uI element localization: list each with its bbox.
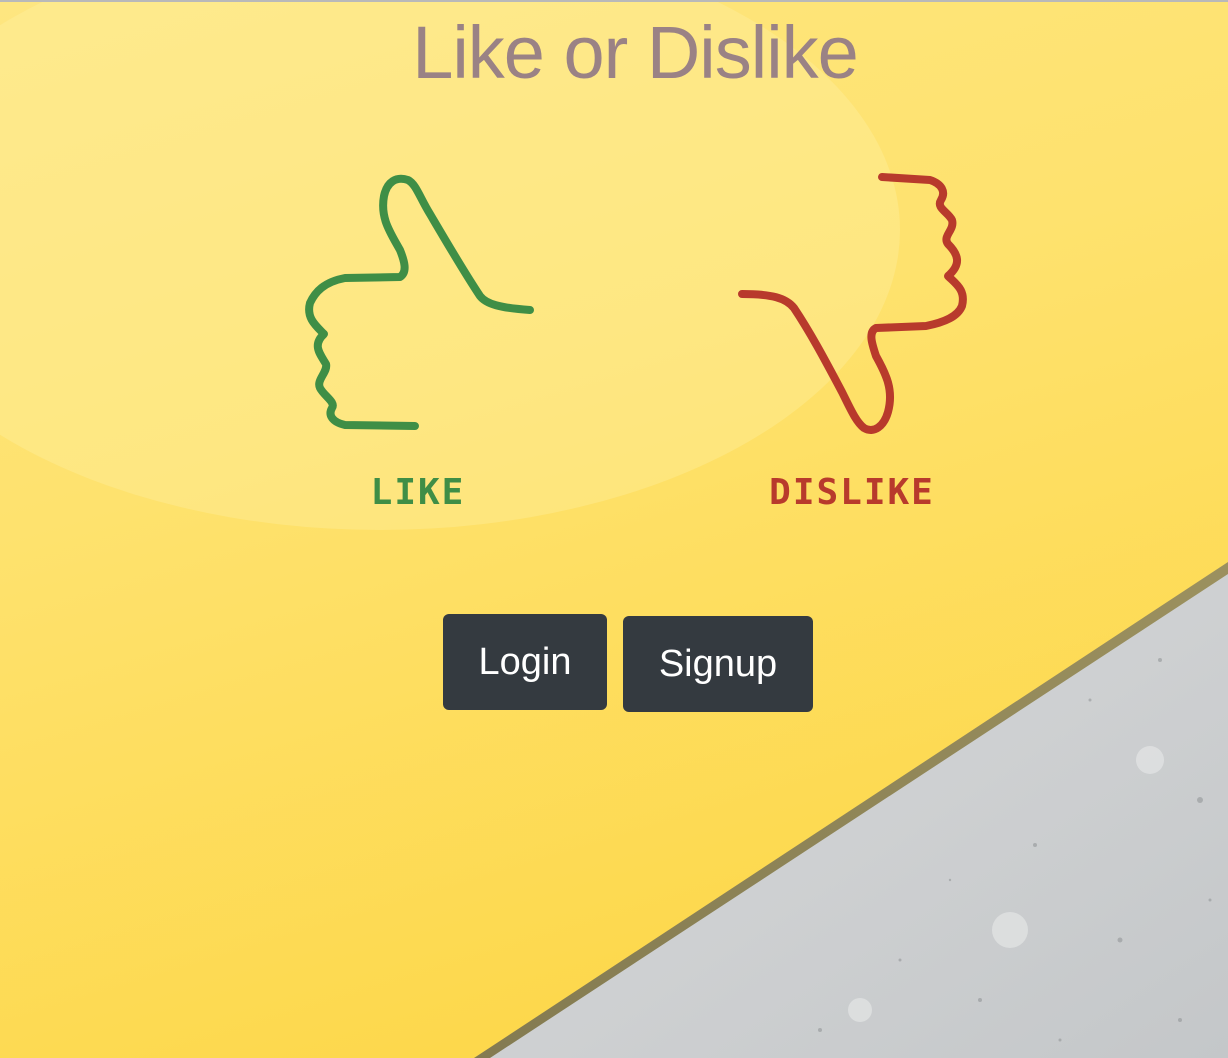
window-top-border [0, 0, 1228, 2]
like-graphic: LIKE [305, 174, 534, 513]
login-button[interactable]: Login [443, 614, 607, 710]
dislike-graphic: DISLIKE [738, 173, 967, 513]
like-label: LIKE [371, 472, 466, 513]
page-title: Like or Dislike [412, 11, 859, 94]
signup-button[interactable]: Signup [623, 616, 813, 712]
thumbs-up-icon [305, 174, 534, 430]
like-dislike-illustration: LIKE DISLIKE [305, 173, 967, 513]
dislike-label: DISLIKE [769, 472, 935, 513]
thumbs-down-icon [738, 173, 967, 434]
